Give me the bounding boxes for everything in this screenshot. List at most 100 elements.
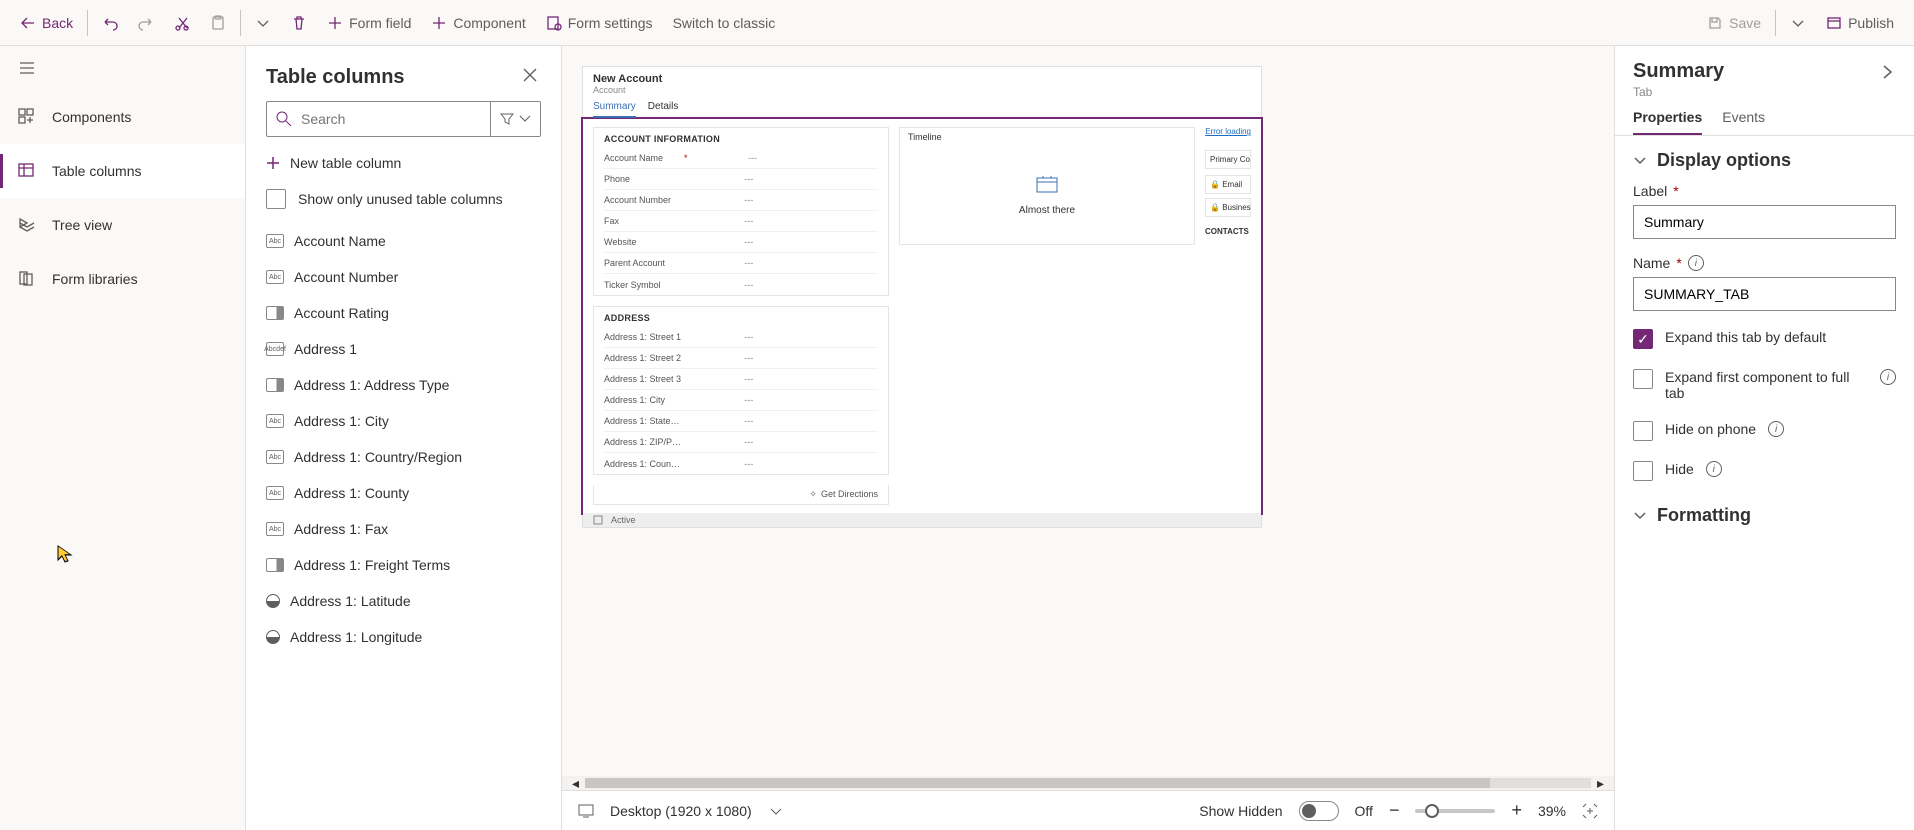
column-item[interactable]: Address 1: Address Type	[266, 367, 557, 403]
canvas-tab-summary[interactable]: Summary	[593, 101, 636, 118]
form-field[interactable]: Ticker Symbol---	[604, 274, 878, 295]
form-canvas[interactable]: New Account Account Summary Details ACCO…	[582, 66, 1262, 528]
side-contacts: CONTACTS	[1205, 227, 1251, 236]
form-field[interactable]: Address 1: ZIP/Postal Code---	[604, 432, 878, 453]
expand-default-checkbox[interactable]	[1633, 329, 1653, 349]
search-input[interactable]	[301, 111, 482, 127]
canvas-h-scrollbar[interactable]: ◂▸	[562, 776, 1614, 790]
new-column-label: New table column	[290, 155, 401, 171]
tab-properties[interactable]: Properties	[1633, 109, 1702, 135]
expand-first-row[interactable]: Expand first component to full tab i	[1615, 359, 1914, 411]
timeline-text: Almost there	[900, 205, 1194, 216]
name-input[interactable]	[1633, 277, 1896, 311]
expand-first-checkbox[interactable]	[1633, 369, 1653, 389]
column-label: Address 1: Fax	[294, 521, 388, 537]
hide-row[interactable]: Hide i	[1615, 451, 1914, 491]
info-icon[interactable]: i	[1768, 421, 1784, 437]
rail-table-columns[interactable]: Table columns	[0, 144, 245, 198]
address-section[interactable]: ADDRESS Address 1: Street 1---Address 1:…	[593, 306, 889, 475]
form-field[interactable]: Address 1: Street 2---	[604, 348, 878, 369]
column-item[interactable]: Address 1: Freight Terms	[266, 547, 557, 583]
hide-phone-row[interactable]: Hide on phone i	[1615, 411, 1914, 451]
show-unused-checkbox[interactable]	[266, 189, 286, 209]
column-item[interactable]: AbcAddress 1: City	[266, 403, 557, 439]
paste-chevron-button[interactable]	[245, 1, 281, 45]
publish-button[interactable]: Publish	[1816, 1, 1904, 45]
column-item[interactable]: Address 1: Latitude	[266, 583, 557, 619]
field-label: Address 1: Country/Region	[604, 459, 682, 469]
form-settings-icon	[546, 15, 562, 31]
error-loading-link[interactable]: Error loading	[1205, 127, 1251, 136]
form-field[interactable]: Address 1: State/Province---	[604, 411, 878, 432]
back-button[interactable]: Back	[10, 1, 83, 45]
form-field[interactable]: Address 1: Street 1---	[604, 327, 878, 348]
column-item[interactable]: AbcdefAddress 1	[266, 331, 557, 367]
column-item[interactable]: AbcAddress 1: County	[266, 475, 557, 511]
chevron-down-icon	[255, 15, 271, 31]
show-hidden-toggle[interactable]	[1299, 801, 1339, 821]
chevron-down-icon[interactable]	[768, 803, 784, 819]
add-component-button[interactable]: Component	[421, 1, 535, 45]
rail-label: Components	[52, 109, 131, 125]
left-rail: Components Table columns Tree view Form …	[0, 46, 246, 830]
zoom-out-button[interactable]: −	[1389, 800, 1400, 821]
filter-button[interactable]	[490, 101, 541, 137]
show-unused-row[interactable]: Show only unused table columns	[246, 181, 561, 223]
label-input[interactable]	[1633, 205, 1896, 239]
info-icon[interactable]: i	[1706, 461, 1722, 477]
add-form-field-button[interactable]: Form field	[317, 1, 421, 45]
hamburger-button[interactable]	[0, 46, 245, 90]
form-field[interactable]: Address 1: Street 3---	[604, 369, 878, 390]
formatting-section[interactable]: Formatting	[1615, 491, 1914, 530]
close-panel-button[interactable]	[519, 64, 541, 91]
delete-button[interactable]	[281, 1, 317, 45]
rail-form-libraries[interactable]: Form libraries	[0, 252, 245, 306]
form-field[interactable]: Website---	[604, 232, 878, 253]
column-item[interactable]: AbcAddress 1: Country/Region	[266, 439, 557, 475]
canvas-tab-details[interactable]: Details	[648, 101, 679, 118]
hamburger-icon	[18, 59, 36, 77]
column-item[interactable]: AbcAddress 1: Fax	[266, 511, 557, 547]
undo-button[interactable]	[92, 1, 128, 45]
tab-events[interactable]: Events	[1722, 109, 1765, 135]
hide-phone-checkbox[interactable]	[1633, 421, 1653, 441]
fit-icon[interactable]	[1582, 803, 1598, 819]
form-field[interactable]: Account Number---	[604, 190, 878, 211]
column-item[interactable]: AbcAccount Number	[266, 259, 557, 295]
save-chevron-button[interactable]	[1780, 1, 1816, 45]
chevron-right-icon[interactable]	[1878, 63, 1896, 81]
column-item[interactable]: Account Rating	[266, 295, 557, 331]
new-table-column-button[interactable]: New table column	[246, 145, 561, 181]
cut-button[interactable]	[164, 1, 200, 45]
save-button[interactable]: Save	[1697, 1, 1771, 45]
info-icon[interactable]: i	[1880, 369, 1896, 385]
arrow-left-icon	[20, 15, 36, 31]
redo-button[interactable]	[128, 1, 164, 45]
form-field-label: Form field	[349, 15, 411, 31]
expand-default-row[interactable]: Expand this tab by default	[1615, 319, 1914, 359]
rail-label: Table columns	[52, 163, 142, 179]
info-icon[interactable]: i	[1688, 255, 1704, 271]
switch-classic-button[interactable]: Switch to classic	[663, 1, 786, 45]
hide-checkbox[interactable]	[1633, 461, 1653, 481]
form-field[interactable]: Parent Account---	[604, 253, 878, 274]
rail-components[interactable]: Components	[0, 90, 245, 144]
form-field[interactable]: Fax---	[604, 211, 878, 232]
form-field[interactable]: Account Name*---	[604, 148, 878, 169]
zoom-in-button[interactable]: +	[1511, 800, 1522, 821]
rail-tree-view[interactable]: Tree view	[0, 198, 245, 252]
column-item[interactable]: Address 1: Longitude	[266, 619, 557, 655]
paste-button[interactable]	[200, 1, 236, 45]
form-field[interactable]: Address 1: Country/Region---	[604, 453, 878, 474]
zoom-slider[interactable]	[1415, 809, 1495, 813]
get-directions-row[interactable]: ✧Get Directions	[593, 485, 889, 505]
form-settings-button[interactable]: Form settings	[536, 1, 663, 45]
search-input-wrapper[interactable]	[266, 101, 490, 137]
form-field[interactable]: Phone---	[604, 169, 878, 190]
display-options-section[interactable]: Display options	[1615, 136, 1914, 175]
form-field[interactable]: Address 1: City---	[604, 390, 878, 411]
column-list[interactable]: AbcAccount NameAbcAccount NumberAccount …	[246, 223, 561, 830]
column-item[interactable]: AbcAccount Name	[266, 223, 557, 259]
timeline-section[interactable]: Timeline Almost there	[899, 127, 1195, 245]
account-info-section[interactable]: ACCOUNT INFORMATION Account Name*---Phon…	[593, 127, 889, 296]
